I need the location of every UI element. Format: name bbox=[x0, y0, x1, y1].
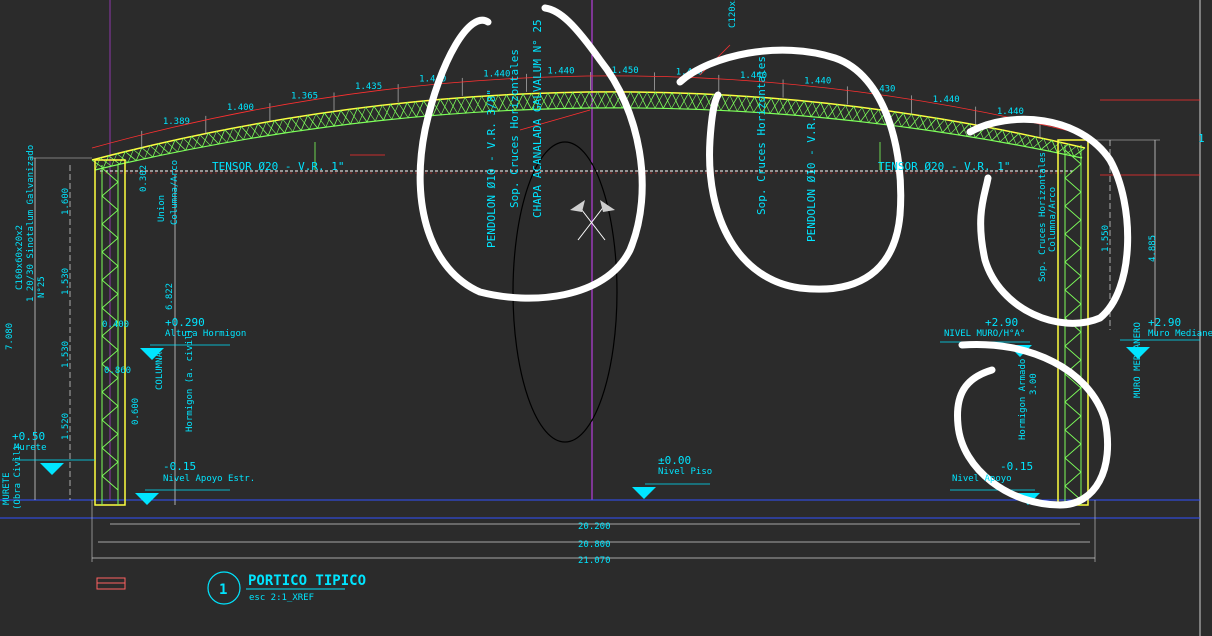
nivel-apoyo-right-label: Nivel Apoyo bbox=[952, 474, 1012, 484]
nivel-apoyo-right-elev: -0.15 bbox=[1000, 460, 1033, 473]
arch-segment-dim-label: 1.389 bbox=[163, 117, 190, 127]
hormigon-armado-label: Hormigon Armado bbox=[1018, 359, 1028, 440]
tensor-right-label: TENSOR Ø20 - V.R. 1" bbox=[878, 160, 1010, 173]
col-600-dim: 0.600 bbox=[131, 398, 141, 425]
drawing-title: PORTICO TIPICO bbox=[248, 573, 366, 589]
dim-20800-label: 20.800 bbox=[578, 540, 611, 550]
muro-medianero-v-label: MURO MEDIANERO bbox=[1133, 322, 1143, 398]
right-edge-label: 1 bbox=[1198, 132, 1205, 145]
altura-hormigon-elev: +0.290 bbox=[165, 316, 205, 329]
chapa-label: CHAPA ACANALADA GALVALUM N° 25 bbox=[531, 19, 544, 218]
hormigon-civil-label: Hormigon (a. civil) bbox=[185, 329, 195, 432]
muro-medianero-label: Muro Medianero bbox=[1148, 329, 1212, 339]
left-dim-1: 1.600 bbox=[61, 188, 71, 215]
left-dim-3: 1.530 bbox=[61, 341, 71, 368]
nivel-muro-elev: +2.90 bbox=[985, 316, 1018, 329]
tube-spec-3-label: N°25 bbox=[37, 276, 47, 298]
col-width-dim: 0.400 bbox=[102, 320, 129, 330]
col-height-dim: 6.822 bbox=[165, 283, 175, 310]
left-dim-2: 1.530 bbox=[61, 268, 71, 295]
nivel-piso-elev: ±0.00 bbox=[658, 454, 691, 467]
cad-drawing-canvas[interactable]: 1.3891.4001.3651.4351.4401.440 1.440 1.450… bbox=[0, 0, 1212, 636]
murete-obra-label: MURETE bbox=[2, 472, 12, 505]
tube-spec-label: C160x60x20x2 bbox=[15, 225, 25, 290]
callout-number: 1 bbox=[219, 582, 227, 598]
left-dim-4: 1.520 bbox=[61, 413, 71, 440]
drawing-scale: esc 2:1_XREF bbox=[249, 593, 314, 603]
arch-segment-dim-label: 1.440 bbox=[483, 70, 510, 80]
col-dim-302: 0.302 bbox=[139, 165, 149, 192]
altura-hormigon-label: Altura Hormigon bbox=[165, 329, 246, 339]
ha-dim: 3.00 bbox=[1029, 373, 1039, 395]
arch-segment-dim-label: 1.440 bbox=[804, 77, 831, 87]
nivel-piso-label: Nivel Piso bbox=[658, 467, 712, 477]
columna-arco-right-label: Columna/Arco bbox=[1048, 187, 1058, 252]
columna-arco-left-label: Columna/Arco bbox=[170, 160, 180, 225]
right-dim-2: 4.885 bbox=[1148, 235, 1158, 262]
sop-cruces-right-label: Sop. Cruces Horizontales bbox=[755, 56, 768, 215]
sop-cruces-left-label: Sop. Cruces Horizontales bbox=[508, 49, 521, 208]
arch-segment-dim-label: 1.440 bbox=[547, 67, 574, 77]
tube-spec-2-label: 1_20/30 Sinotalum Galvanizado bbox=[26, 145, 36, 302]
union-label: Union bbox=[157, 195, 167, 222]
col-860-dim: 0.860 bbox=[104, 366, 131, 376]
left-total-dim: 7.080 bbox=[5, 323, 15, 350]
tensor-left-label: TENSOR Ø20 - V.R. 1" bbox=[212, 160, 344, 173]
nivel-muro-label: NIVEL MURO/H°A° bbox=[944, 329, 1025, 339]
right-dim-1: 1.550 bbox=[1101, 225, 1111, 252]
arch-segment-dim-label: 1.365 bbox=[291, 92, 318, 102]
columna-label: COLUMNA bbox=[155, 351, 165, 390]
nivel-apoyo-left-elev: -0.15 bbox=[163, 460, 196, 473]
arch-segment-dim-label: 1.400 bbox=[227, 103, 254, 113]
dim-20200-label: 20.200 bbox=[578, 522, 611, 532]
muro-medianero-elev: +2.90 bbox=[1148, 316, 1181, 329]
pendolon-left-label: PENDOLON Ø10 - V.R. 3/8" bbox=[485, 89, 498, 248]
dim-21070-label: 21.070 bbox=[578, 556, 611, 566]
arch-segment-dim-label: 1.450 bbox=[612, 66, 639, 76]
pendolon-right-label: PENDOLON Ø10 - V.R. bbox=[805, 116, 818, 242]
nivel-apoyo-left-label: Nivel Apoyo Estr. bbox=[163, 474, 255, 484]
top-c120-label: C120x5 bbox=[728, 0, 738, 28]
sop-cruces-far-right-label: Sop. Cruces Horizontales bbox=[1038, 152, 1048, 282]
obra-civil-label: (Obra Civil) bbox=[13, 445, 23, 510]
murete-elev: +0.50 bbox=[12, 430, 45, 443]
